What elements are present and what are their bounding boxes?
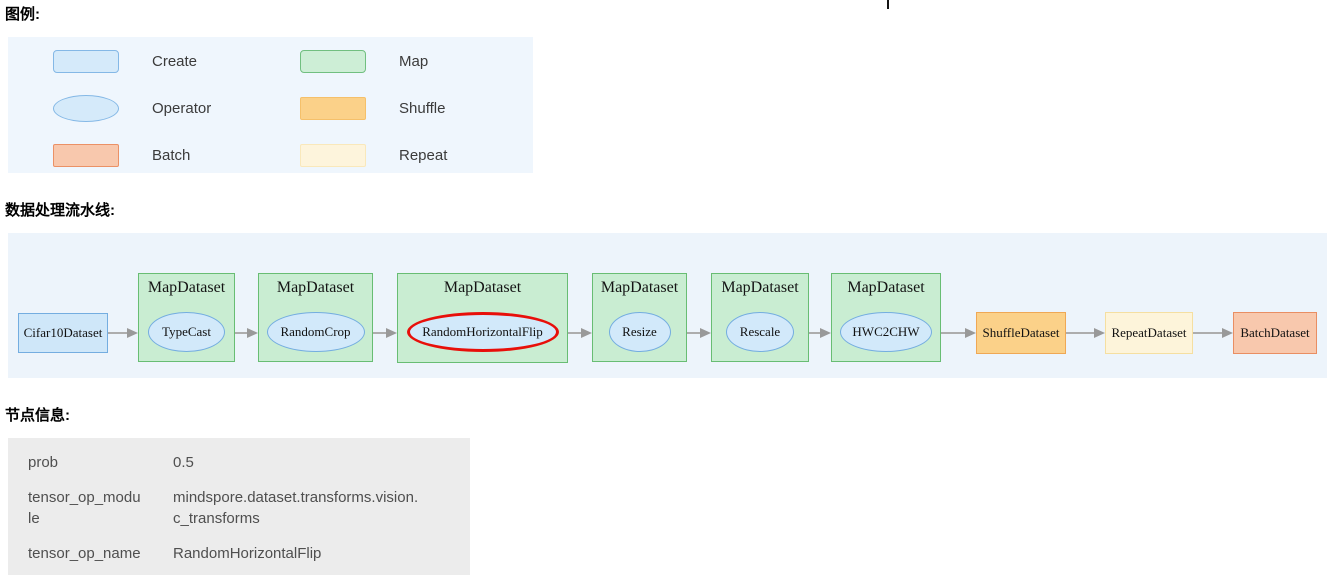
legend-item-batch: Batch: [53, 144, 300, 167]
node-info-row: tensor_op_name RandomHorizontalFlip: [28, 543, 470, 564]
map-swatch-icon: [300, 50, 366, 73]
pipeline-node-batchdataset[interactable]: BatchDataset: [1233, 312, 1317, 354]
pipeline-node-mapdataset-randomcrop[interactable]: MapDataset RandomCrop: [258, 273, 373, 362]
pipeline-node-repeatdataset[interactable]: RepeatDataset: [1105, 312, 1193, 354]
pipeline-graph: Cifar10Dataset MapDataset TypeCast MapDa…: [8, 233, 1327, 378]
legend-item-repeat: Repeat: [300, 144, 533, 167]
legend-label: Map: [399, 53, 428, 70]
operator-randomcrop[interactable]: RandomCrop: [267, 312, 365, 352]
text-cursor-artifact: [887, 0, 889, 9]
flow-arrow-icon: [941, 327, 976, 339]
operator-swatch-icon: [53, 95, 119, 122]
operator-resize[interactable]: Resize: [609, 312, 671, 352]
map-node-title: MapDataset: [277, 278, 354, 298]
node-info-row: tensor_op_module mindspore.dataset.trans…: [28, 487, 470, 529]
operator-typecast[interactable]: TypeCast: [148, 312, 225, 352]
legend-item-shuffle: Shuffle: [300, 97, 533, 120]
pipeline-node-mapdataset-hwc2chw[interactable]: MapDataset HWC2CHW: [831, 273, 941, 362]
dataset-graph-page: 图例: Create Map Operator Shuffle Batch Re…: [0, 0, 1329, 575]
map-node-title: MapDataset: [148, 278, 225, 298]
map-node-title: MapDataset: [601, 278, 678, 298]
flow-arrow-icon: [809, 327, 831, 339]
flow-arrow-icon: [1193, 327, 1233, 339]
node-info-value: RandomHorizontalFlip: [173, 543, 423, 564]
map-node-title: MapDataset: [847, 278, 924, 298]
legend-item-operator: Operator: [53, 97, 300, 120]
pipeline-node-cifar10dataset[interactable]: Cifar10Dataset: [18, 313, 108, 353]
operator-randomhorizontalflip-selected[interactable]: RandomHorizontalFlip: [407, 312, 559, 352]
node-info-table: prob 0.5 tensor_op_module mindspore.data…: [8, 438, 470, 575]
repeat-swatch-icon: [300, 144, 366, 167]
flow-arrow-icon: [373, 327, 397, 339]
map-node-title: MapDataset: [721, 278, 798, 298]
legend-section-title: 图例:: [5, 6, 40, 24]
pipeline-section-title: 数据处理流水线:: [5, 202, 115, 220]
legend-label: Batch: [152, 147, 190, 164]
node-info-row: prob 0.5: [28, 452, 470, 473]
flow-arrow-icon: [1066, 327, 1105, 339]
pipeline-node-mapdataset-randomhorizontalflip[interactable]: MapDataset RandomHorizontalFlip: [397, 273, 568, 363]
flow-arrow-icon: [687, 327, 711, 339]
legend-label: Create: [152, 53, 197, 70]
operator-hwc2chw[interactable]: HWC2CHW: [840, 312, 932, 352]
pipeline-node-mapdataset-rescale[interactable]: MapDataset Rescale: [711, 273, 809, 362]
flow-arrow-icon: [108, 327, 138, 339]
pipeline-node-mapdataset-typecast[interactable]: MapDataset TypeCast: [138, 273, 235, 362]
legend-label: Shuffle: [399, 100, 445, 117]
pipeline-node-shuffledataset[interactable]: ShuffleDataset: [976, 312, 1066, 354]
node-info-key: tensor_op_module: [28, 487, 142, 529]
node-info-value: mindspore.dataset.transforms.vision.c_tr…: [173, 487, 423, 529]
node-info-section-title: 节点信息:: [5, 407, 70, 425]
pipeline-node-mapdataset-resize[interactable]: MapDataset Resize: [592, 273, 687, 362]
node-info-value: 0.5: [173, 452, 423, 473]
legend-label: Repeat: [399, 147, 447, 164]
legend-item-map: Map: [300, 50, 533, 73]
batch-swatch-icon: [53, 144, 119, 167]
node-info-key: prob: [28, 452, 142, 473]
operator-rescale[interactable]: Rescale: [726, 312, 794, 352]
legend-item-create: Create: [53, 50, 300, 73]
legend: Create Map Operator Shuffle Batch Repeat: [8, 37, 533, 173]
flow-arrow-icon: [235, 327, 258, 339]
map-node-title: MapDataset: [444, 278, 521, 298]
legend-label: Operator: [152, 100, 211, 117]
shuffle-swatch-icon: [300, 97, 366, 120]
node-info-key: tensor_op_name: [28, 543, 142, 564]
create-swatch-icon: [53, 50, 119, 73]
flow-arrow-icon: [568, 327, 592, 339]
